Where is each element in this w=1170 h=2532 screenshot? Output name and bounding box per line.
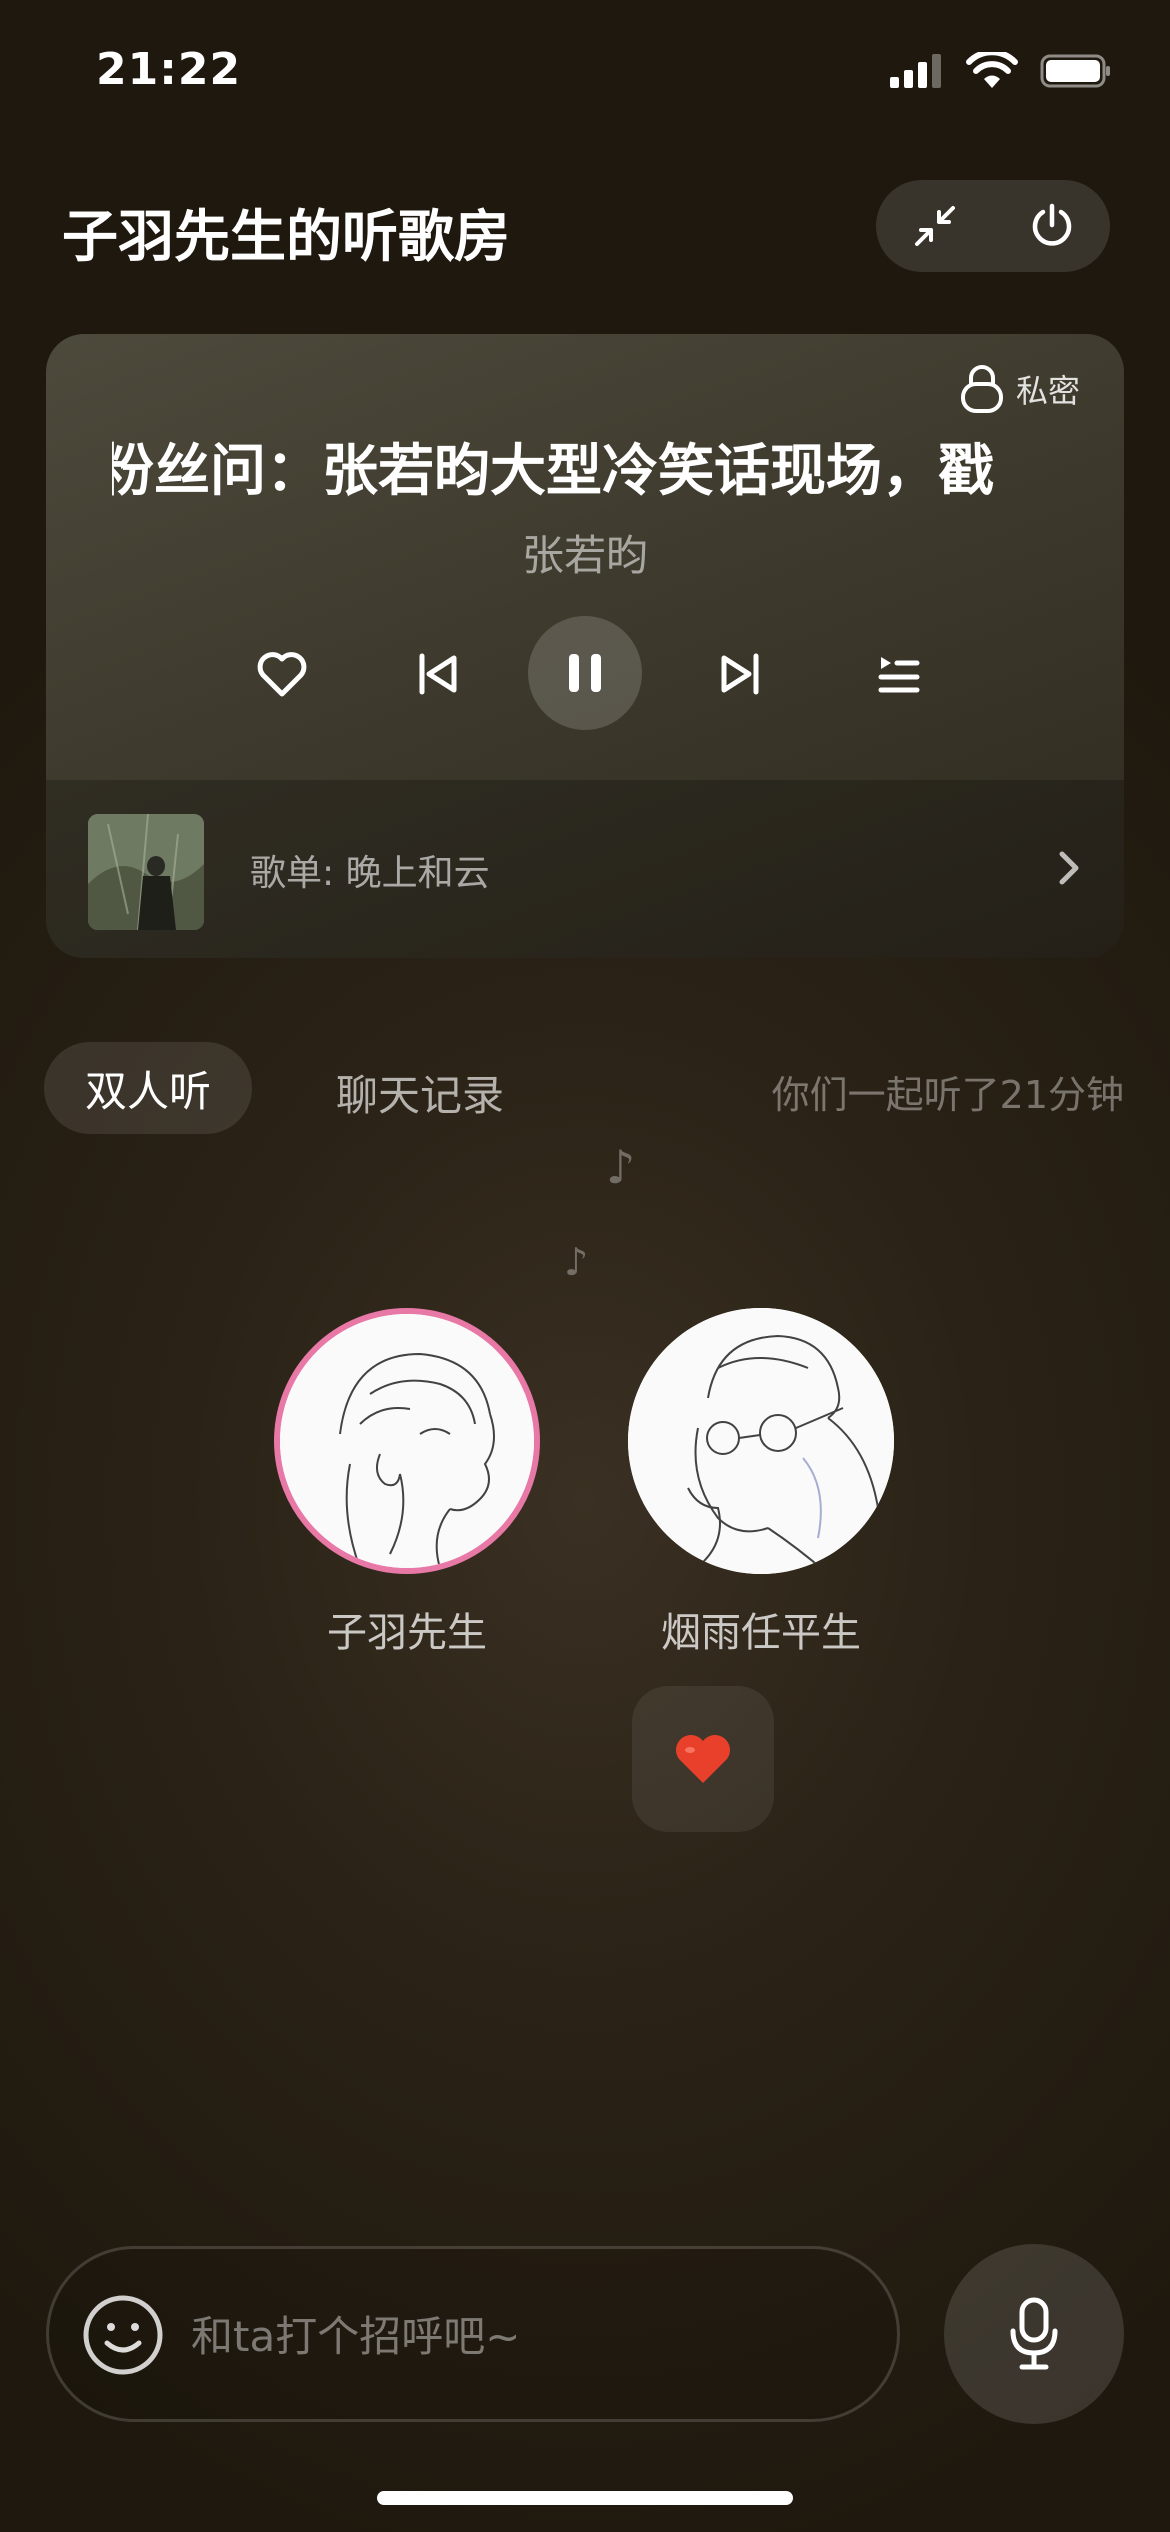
private-label: 私密 xyxy=(1015,372,1080,410)
chat-input-bar xyxy=(46,2246,900,2422)
chevron-right-icon xyxy=(1059,851,1079,885)
player-card: 私密 粉丝问：张若昀大型冷笑话现场，戳 张若昀 歌单: 晚上和云 xyxy=(46,334,1124,958)
playlist-cover-art xyxy=(88,814,204,930)
cellular-signal-icon xyxy=(890,54,941,88)
chat-message-input[interactable] xyxy=(189,2289,873,2383)
battery-icon xyxy=(1040,54,1110,88)
user-name-me: 子羽先生 xyxy=(327,1610,487,1656)
pause-button[interactable] xyxy=(528,616,642,730)
avatar-partner-image xyxy=(628,1308,894,1574)
queue-list-icon xyxy=(878,657,920,693)
queue-button[interactable] xyxy=(858,634,938,714)
emoji-icon xyxy=(83,2295,163,2375)
pause-icon xyxy=(569,654,601,692)
playback-controls xyxy=(46,616,1124,732)
song-title: 粉丝问：张若昀大型冷笑话现场，戳 xyxy=(112,439,994,504)
playlist-label: 歌单: 晚上和云 xyxy=(250,853,490,894)
exit-room-button[interactable] xyxy=(1012,186,1092,266)
avatar-me-image xyxy=(280,1314,534,1568)
music-note-icon: ♪ xyxy=(564,1240,589,1284)
listen-duration: 你们一起听了21分钟 xyxy=(771,1073,1124,1117)
like-button[interactable] xyxy=(242,634,322,714)
power-icon xyxy=(1032,203,1071,246)
playlist-bar[interactable]: 歌单: 晚上和云 xyxy=(46,780,1124,958)
voice-button[interactable] xyxy=(944,2244,1124,2424)
next-icon xyxy=(721,653,759,695)
user-name-partner: 烟雨任平生 xyxy=(661,1610,861,1656)
tab-duo-listen[interactable]: 双人听 xyxy=(44,1042,252,1134)
mic-icon xyxy=(1010,2297,1058,2370)
wifi-icon xyxy=(966,52,1018,88)
next-button[interactable] xyxy=(700,634,780,714)
minimize-button[interactable] xyxy=(895,186,975,266)
heart-icon xyxy=(676,1735,730,1783)
avatar-me[interactable] xyxy=(274,1308,540,1574)
send-heart-button[interactable] xyxy=(632,1686,774,1832)
lock-icon xyxy=(960,365,1003,413)
status-time: 21:22 xyxy=(96,44,242,95)
song-title-marquee: 粉丝问：张若昀大型冷笑话现场，戳 xyxy=(112,426,1058,506)
avatar-partner[interactable] xyxy=(628,1308,894,1574)
tab-chat-history[interactable]: 聊天记录 xyxy=(336,1062,504,1123)
header-controls xyxy=(876,180,1110,272)
artist-name: 张若昀 xyxy=(521,531,648,580)
music-note-icon: ♪ xyxy=(606,1140,636,1194)
previous-button[interactable] xyxy=(398,634,478,714)
emoji-button[interactable] xyxy=(81,2293,165,2381)
room-title: 子羽先生的听歌房 xyxy=(62,205,510,270)
playlist-cover xyxy=(88,814,204,930)
collapse-icon xyxy=(914,206,955,246)
previous-icon xyxy=(419,653,457,695)
privacy-toggle[interactable]: 私密 xyxy=(958,364,1080,414)
heart-outline-icon xyxy=(257,652,307,697)
status-icons xyxy=(888,52,1112,90)
home-indicator xyxy=(377,2491,793,2505)
